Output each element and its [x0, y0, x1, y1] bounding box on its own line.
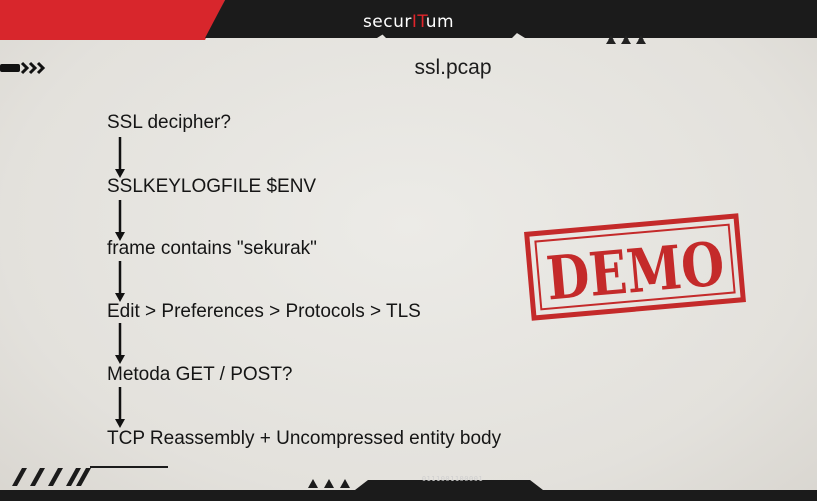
arrow-down-icon — [115, 261, 125, 302]
arrow-down-icon — [115, 200, 125, 241]
triangle-icon — [606, 36, 616, 44]
arrow-down-icon — [115, 137, 125, 178]
logo-accent: IT — [411, 12, 426, 32]
step-text: Edit > Preferences > Protocols > TLS — [107, 301, 421, 322]
slide-title: ssl.pcap — [414, 56, 492, 79]
header-triangles — [606, 36, 646, 44]
slide: securITum ssl.pcap SSL decipher? SSLKEYL… — [0, 0, 817, 501]
footer-dark-band — [0, 480, 817, 501]
step-text: Metoda GET / POST? — [107, 364, 293, 385]
demo-stamp: DEMO — [524, 213, 746, 321]
step-text: SSLKEYLOGFILE $ENV — [107, 176, 317, 197]
arrow-down-icon — [115, 387, 125, 428]
step-text: frame contains "sekurak" — [107, 238, 317, 259]
binary-code: 0111001100001 — [421, 475, 484, 483]
logo-suffix: um — [425, 12, 455, 32]
step-text: SSL decipher? — [107, 112, 231, 133]
triangle-icon — [621, 36, 631, 44]
step-text: TCP Reassembly + Uncompressed entity bod… — [107, 428, 502, 449]
logo-prefix: secur — [362, 12, 412, 32]
arrow-down-icon — [115, 323, 125, 364]
triangle-icon — [636, 36, 646, 44]
brand-logo: securITum — [0, 12, 817, 32]
